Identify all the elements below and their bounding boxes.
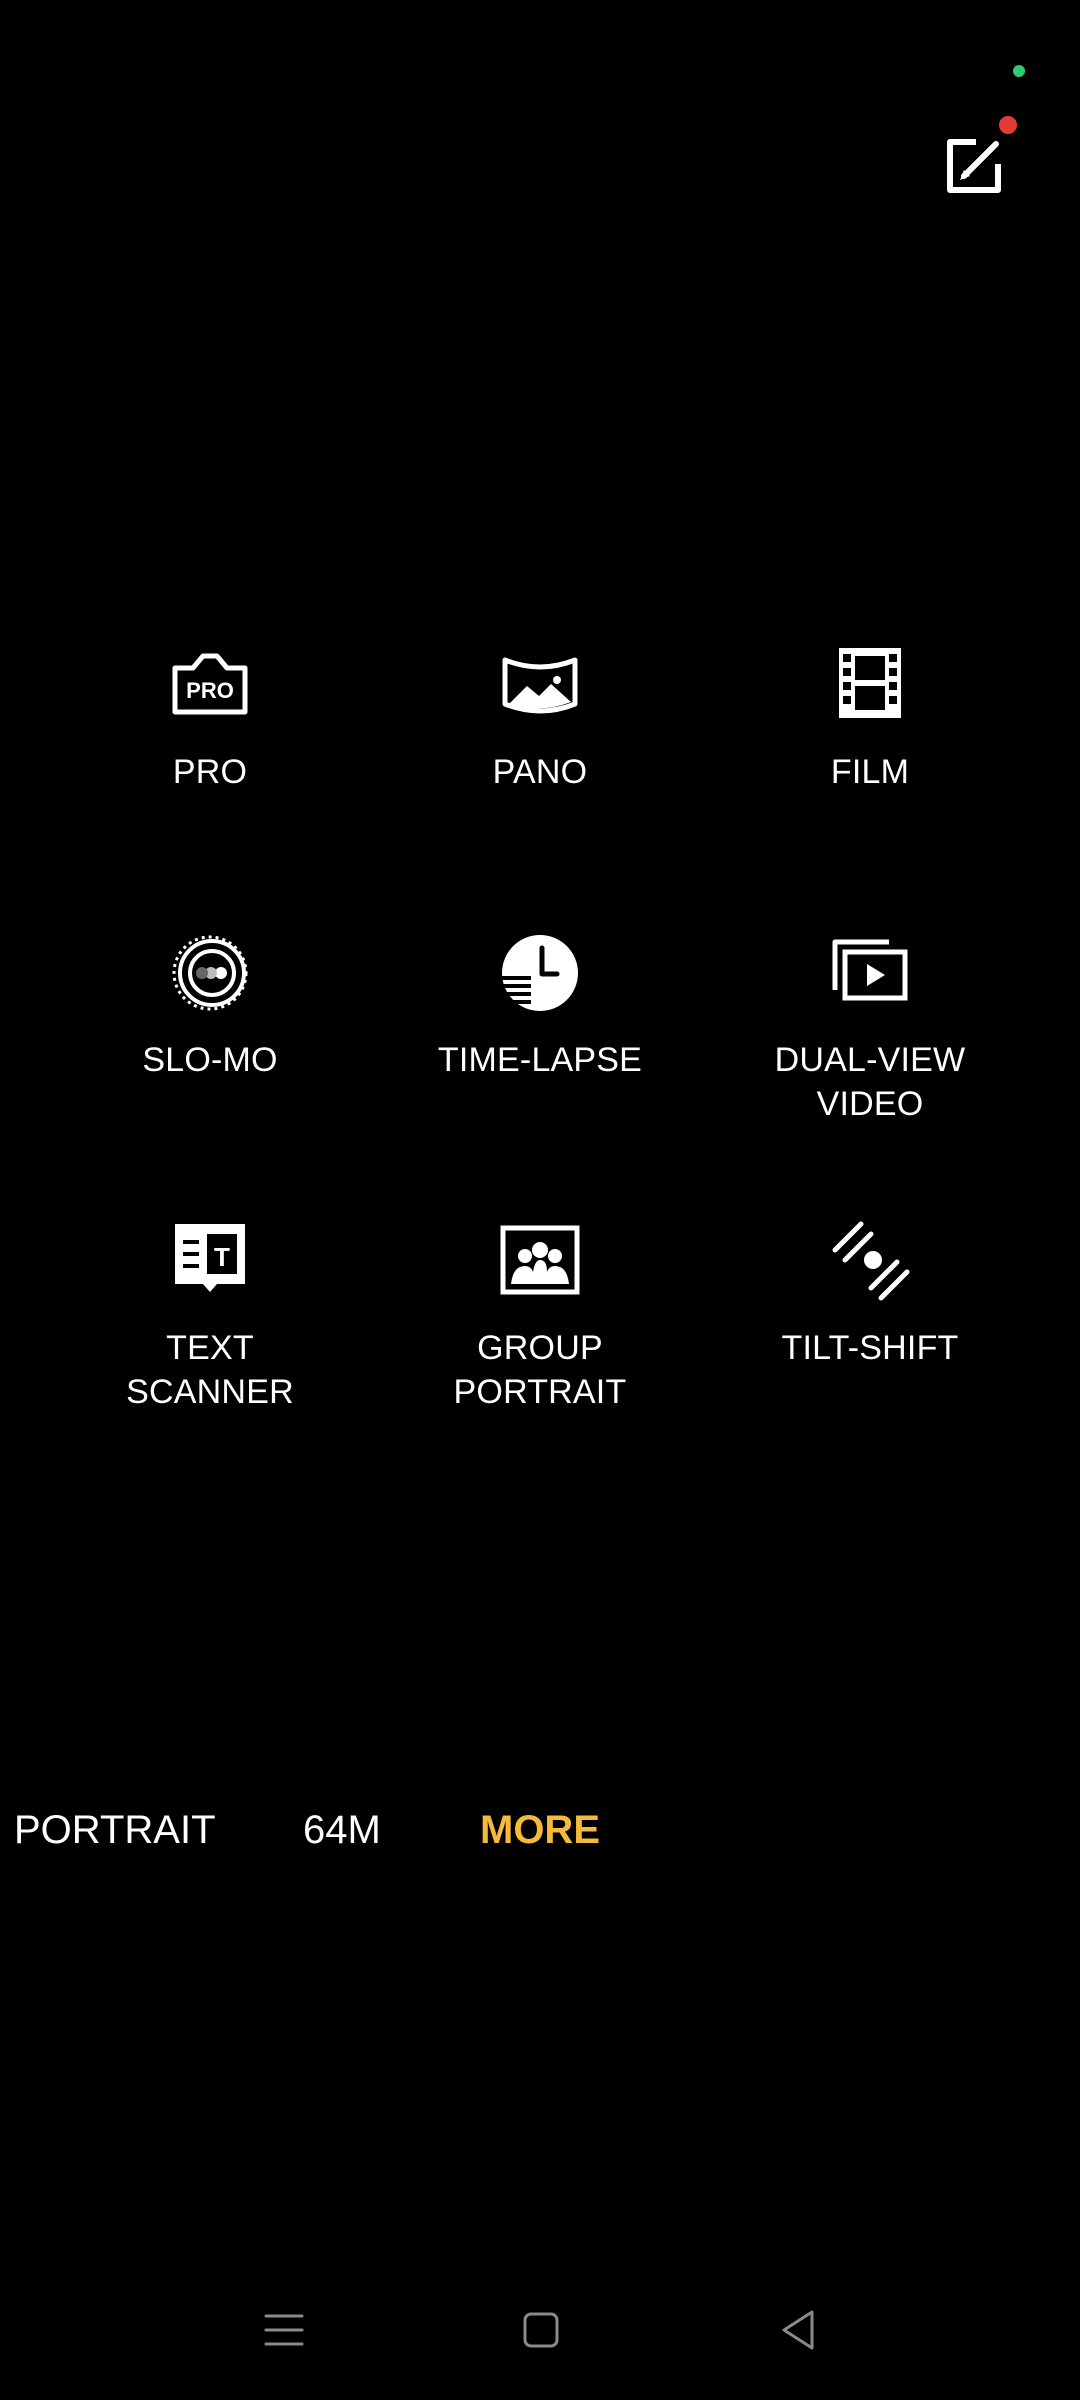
pro-camera-icon: PRO — [172, 653, 248, 715]
mode-selector-bar: PORTRAIT 64M MORE — [0, 1800, 1080, 1860]
mode-label: FILM — [830, 753, 910, 791]
mode-slo-mo[interactable]: SLO-MO — [60, 928, 360, 1082]
slow-motion-icon — [172, 935, 248, 1011]
mode-time-lapse[interactable]: TIME-LAPSE — [390, 928, 690, 1082]
nav-home-button[interactable] — [511, 2300, 571, 2360]
svg-text:PRO: PRO — [186, 678, 234, 703]
mode-label: PANO — [492, 753, 588, 791]
dual-view-video-icon — [832, 939, 908, 1001]
nav-menu-button[interactable] — [254, 2300, 314, 2360]
mode-label: PRO — [172, 753, 248, 791]
back-icon — [782, 2310, 814, 2350]
mode-label: TIME-LAPSE — [437, 1041, 643, 1079]
mode-pro[interactable]: PRO PRO — [60, 640, 360, 794]
mode-label: SLO-MO — [142, 1041, 278, 1079]
menu-icon — [264, 2314, 304, 2346]
tilt-shift-icon — [832, 1221, 910, 1301]
home-icon — [523, 2312, 559, 2348]
mode-tab-more[interactable]: MORE — [480, 1800, 600, 1860]
mode-label: GROUP PORTRAIT — [453, 1329, 627, 1411]
edit-icon — [947, 139, 1001, 193]
panorama-icon — [502, 657, 578, 714]
text-scanner-icon: T — [175, 1224, 245, 1292]
mode-group-portrait[interactable]: GROUP PORTRAIT — [390, 1216, 690, 1414]
mode-dual-view-video[interactable]: DUAL-VIEW VIDEO — [720, 928, 1020, 1126]
mode-film[interactable]: FILM — [720, 640, 1020, 794]
privacy-indicator-dot — [1013, 65, 1025, 77]
film-icon — [839, 648, 901, 718]
mode-text-scanner[interactable]: T TEXT SCANNER — [60, 1216, 360, 1414]
nav-back-button[interactable] — [768, 2300, 828, 2360]
notification-badge — [999, 116, 1017, 134]
edit-modes-button[interactable] — [940, 130, 1010, 200]
clock-icon — [501, 935, 578, 1011]
mode-label: TILT-SHIFT — [781, 1329, 959, 1367]
mode-tilt-shift[interactable]: TILT-SHIFT — [720, 1216, 1020, 1370]
mode-label: TEXT SCANNER — [126, 1329, 294, 1411]
mode-label: DUAL-VIEW VIDEO — [774, 1041, 966, 1123]
svg-text:T: T — [214, 1242, 230, 1272]
mode-tab-portrait[interactable]: PORTRAIT — [14, 1800, 216, 1860]
group-portrait-icon — [500, 1225, 580, 1295]
mode-pano[interactable]: PANO — [390, 640, 690, 794]
mode-tab-64m[interactable]: 64M — [303, 1800, 381, 1860]
